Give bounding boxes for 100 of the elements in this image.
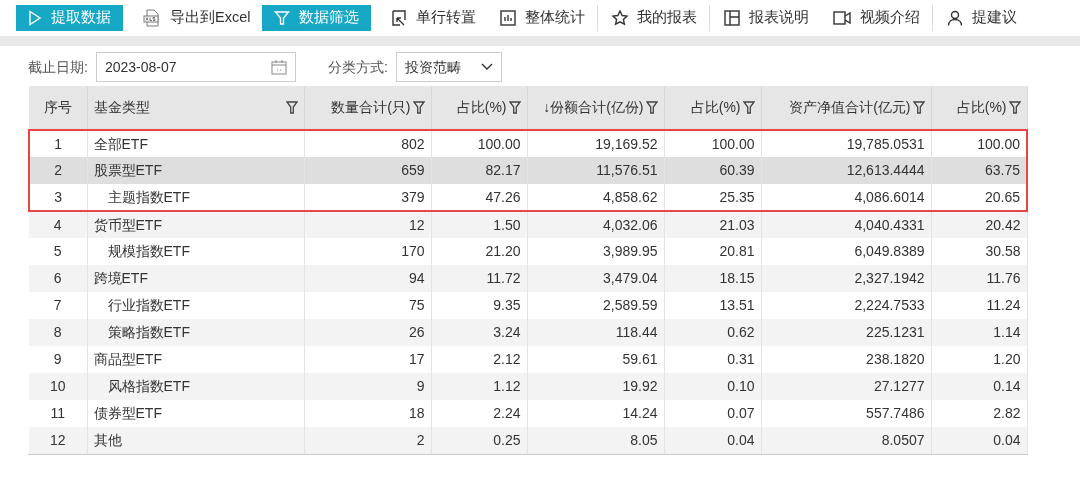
table-cell: 19,169.52 xyxy=(527,130,664,157)
table-cell: 风格指数ETF xyxy=(87,373,304,400)
table-cell: 2,224.7533 xyxy=(761,292,931,319)
table-cell: 11,576.51 xyxy=(527,157,664,184)
filter-icon[interactable] xyxy=(1008,101,1021,114)
table-cell: 商品型ETF xyxy=(87,346,304,373)
column-header[interactable]: 基金类型 xyxy=(87,86,304,130)
filter-icon[interactable] xyxy=(912,101,925,114)
bar-chart-icon xyxy=(500,10,517,26)
toolbar-button[interactable]: 导出到Excel xyxy=(131,5,263,31)
toolbar-button[interactable]: 单行转置 xyxy=(379,5,489,31)
table-cell: 12,613.4444 xyxy=(761,157,931,184)
table-cell: 17 xyxy=(304,346,431,373)
filter-icon[interactable] xyxy=(645,101,658,114)
toolbar-button[interactable]: 报表说明 xyxy=(712,5,822,31)
table-cell: 100.00 xyxy=(931,130,1027,157)
table-cell: 10 xyxy=(29,373,87,400)
table-cell: 8 xyxy=(29,319,87,346)
table-cell: 11.72 xyxy=(431,265,527,292)
table-cell: 7 xyxy=(29,292,87,319)
table-cell: 75 xyxy=(304,292,431,319)
column-header[interactable]: 占比(%) xyxy=(664,86,761,130)
table-cell: 8.05 xyxy=(527,427,664,454)
table-cell: 4,086.6014 xyxy=(761,184,931,211)
table-cell: 跨境ETF xyxy=(87,265,304,292)
table-cell: 策略指数ETF xyxy=(87,319,304,346)
table-cell: 19.92 xyxy=(527,373,664,400)
table-cell: 3.24 xyxy=(431,319,527,346)
table-cell: 2.82 xyxy=(931,400,1027,427)
table-cell: 3 xyxy=(29,184,87,211)
table-cell: 0.14 xyxy=(931,373,1027,400)
toolbar-button[interactable]: 整体统计 xyxy=(488,5,599,31)
table-cell: 2.12 xyxy=(431,346,527,373)
column-header[interactable]: ↓份额合计(亿份) xyxy=(527,86,664,130)
table-cell: 6 xyxy=(29,265,87,292)
table-cell: 4,032.06 xyxy=(527,211,664,238)
table-cell: 802 xyxy=(304,130,431,157)
column-header[interactable]: 数量合计(只) xyxy=(304,86,431,130)
table-cell: 20.81 xyxy=(664,238,761,265)
column-header[interactable]: 占比(%) xyxy=(431,86,527,130)
table-cell: 1.14 xyxy=(931,319,1027,346)
filter-icon[interactable] xyxy=(508,101,521,114)
table-cell: 0.07 xyxy=(664,400,761,427)
table-cell: 557.7486 xyxy=(761,400,931,427)
date-label: 截止日期: xyxy=(28,57,88,77)
table-cell: 主题指数ETF xyxy=(87,184,304,211)
table-cell: 货币型ETF xyxy=(87,211,304,238)
table-cell: 9 xyxy=(304,373,431,400)
table-cell: 1.12 xyxy=(431,373,527,400)
table-cell: 100.00 xyxy=(431,130,527,157)
table-cell: 2,589.59 xyxy=(527,292,664,319)
table-cell: 94 xyxy=(304,265,431,292)
table-cell: 659 xyxy=(304,157,431,184)
table-cell: 11.24 xyxy=(931,292,1027,319)
table-cell: 20.65 xyxy=(931,184,1027,211)
table-cell: 11 xyxy=(29,400,87,427)
table-cell: 2 xyxy=(29,157,87,184)
column-header[interactable]: 序号 xyxy=(29,86,87,130)
toolbar-button[interactable]: 视频介绍 xyxy=(821,5,934,31)
filter-icon[interactable] xyxy=(412,101,425,114)
table-cell: 238.1820 xyxy=(761,346,931,373)
category-select[interactable]: 投资范畴 xyxy=(395,52,502,82)
table-cell: 债券型ETF xyxy=(87,400,304,427)
table-cell: 全部ETF xyxy=(87,130,304,157)
table-cell: 63.75 xyxy=(931,157,1027,184)
table-cell: 8.0507 xyxy=(761,427,931,454)
toolbar-button[interactable]: 提建议 xyxy=(935,5,1030,31)
table-cell: 11.76 xyxy=(931,265,1027,292)
table-cell: 0.04 xyxy=(664,427,761,454)
table-cell: 4,040.4331 xyxy=(761,211,931,238)
table-cell: 59.61 xyxy=(527,346,664,373)
table-cell: 12 xyxy=(304,211,431,238)
column-header[interactable]: 占比(%) xyxy=(931,86,1027,130)
table-cell: 6,049.8389 xyxy=(761,238,931,265)
table-cell: 47.26 xyxy=(431,184,527,211)
table-cell: 0.25 xyxy=(431,427,527,454)
table-cell: 9 xyxy=(29,346,87,373)
star-icon xyxy=(612,10,629,26)
filter-icon[interactable] xyxy=(285,101,298,114)
table-cell: 12 xyxy=(29,427,87,454)
table-cell: 26 xyxy=(304,319,431,346)
table-cell: 13.51 xyxy=(664,292,761,319)
table-cell: 其他 xyxy=(87,427,304,454)
table-cell: 3,479.04 xyxy=(527,265,664,292)
toolbar-button[interactable]: 我的报表 xyxy=(600,5,711,31)
table-cell: 25.35 xyxy=(664,184,761,211)
document-icon xyxy=(391,10,408,26)
table-cell: 20.42 xyxy=(931,211,1027,238)
table-cell: 100.00 xyxy=(664,130,761,157)
column-header[interactable]: 资产净值合计(亿元) xyxy=(761,86,931,130)
filter-icon[interactable] xyxy=(742,101,755,114)
layout-icon xyxy=(724,10,741,26)
table-cell: 0.62 xyxy=(664,319,761,346)
table-cell: 4,858.62 xyxy=(527,184,664,211)
user-icon xyxy=(947,10,964,26)
table-cell: 30.58 xyxy=(931,238,1027,265)
table-cell: 2.24 xyxy=(431,400,527,427)
date-field[interactable]: 2023-08-07 xyxy=(95,52,296,82)
table-cell: 4 xyxy=(29,211,87,238)
category-label: 分类方式: xyxy=(327,57,388,77)
